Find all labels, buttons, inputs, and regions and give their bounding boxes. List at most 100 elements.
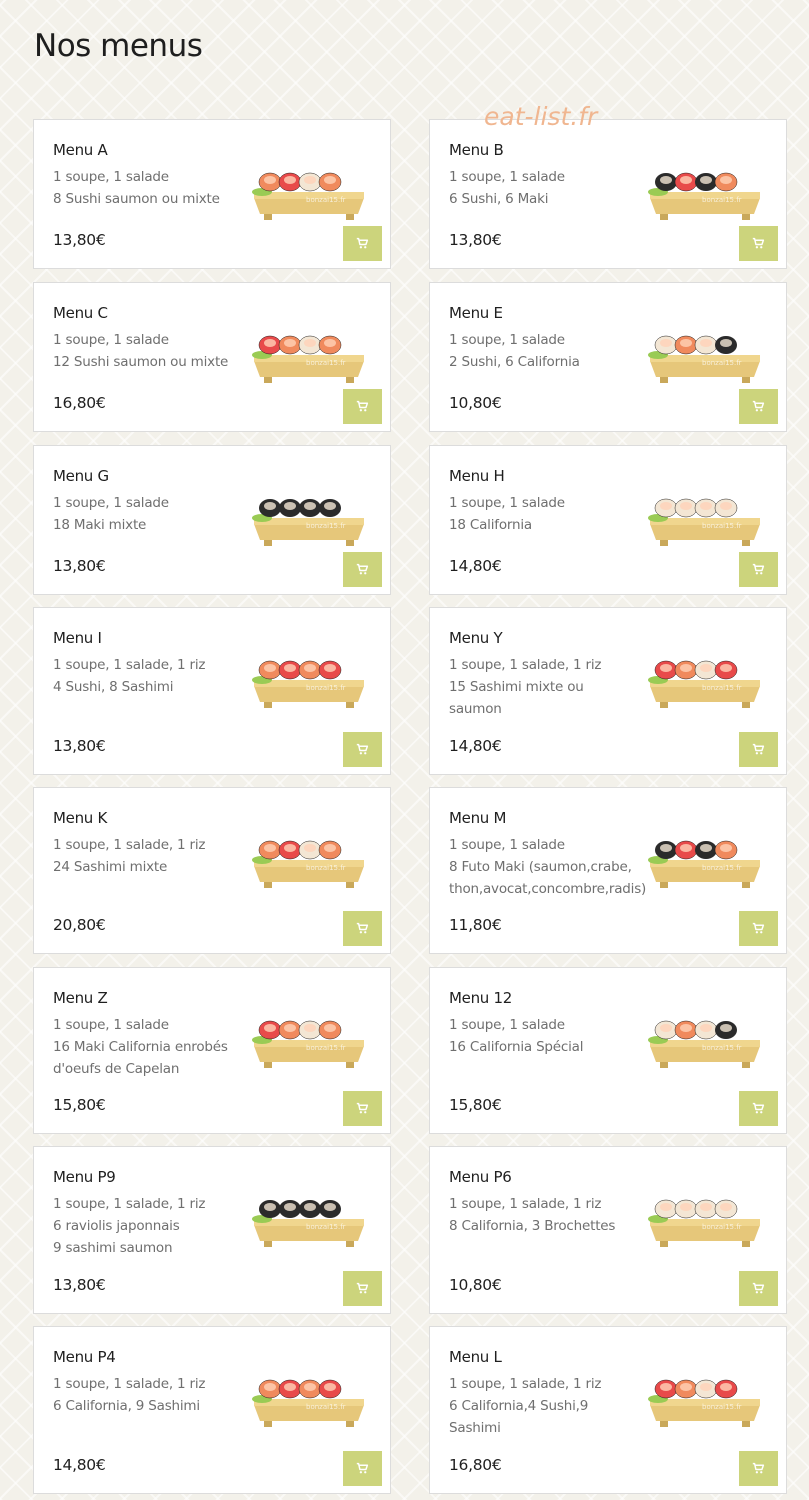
shopping-cart-icon <box>356 237 369 250</box>
add-to-cart-button[interactable] <box>343 1451 382 1486</box>
menu-description: 1 soupe, 1 salade, 1 riz 24 Sashimi mixte <box>53 834 233 878</box>
shopping-cart-icon <box>752 237 765 250</box>
menu-description-line: 1 soupe, 1 salade <box>53 332 169 348</box>
add-to-cart-button[interactable] <box>343 1271 382 1306</box>
menu-description-line: 1 soupe, 1 salade <box>449 1017 565 1033</box>
svg-text:bonzai15.fr: bonzai15.fr <box>306 196 346 204</box>
add-to-cart-button[interactable] <box>343 732 382 767</box>
menu-description-line: 1 soupe, 1 salade <box>53 495 169 511</box>
menu-description: 1 soupe, 1 salade 2 Sushi, 6 California <box>449 329 629 373</box>
menu-price: 10,80€ <box>449 1276 502 1294</box>
menu-price: 14,80€ <box>53 1456 106 1474</box>
svg-text:bonzai15.fr: bonzai15.fr <box>702 684 742 692</box>
menu-description-line: 1 soupe, 1 salade <box>449 332 565 348</box>
svg-text:bonzai15.fr: bonzai15.fr <box>306 1403 346 1411</box>
menu-description: 1 soupe, 1 salade, 1 riz 6 raviolis japon… <box>53 1193 233 1259</box>
add-to-cart-button[interactable] <box>739 1091 778 1126</box>
menu-description-line: 24 Sashimi mixte <box>53 859 168 875</box>
menu-name: Menu P9 <box>53 1168 116 1186</box>
svg-text:bonzai15.fr: bonzai15.fr <box>702 196 742 204</box>
add-to-cart-button[interactable] <box>739 732 778 767</box>
add-to-cart-button[interactable] <box>343 226 382 261</box>
menu-name: Menu M <box>449 809 507 827</box>
add-to-cart-button[interactable] <box>739 552 778 587</box>
menu-description-line: 8 California, 3 Brochettes <box>449 1218 616 1234</box>
shopping-cart-icon <box>752 1282 765 1295</box>
menu-description-line: 1 soupe, 1 salade, 1 riz <box>449 657 602 673</box>
svg-text:bonzai15.fr: bonzai15.fr <box>702 1044 742 1052</box>
menu-description: 1 soupe, 1 salade, 1 riz 6 California,4 S… <box>449 1373 629 1439</box>
menu-price: 13,80€ <box>449 231 502 249</box>
menu-card: Menu C 1 soupe, 1 salade 12 Sushi saumon o… <box>33 282 391 432</box>
shopping-cart-icon <box>356 1282 369 1295</box>
menu-photo: bonzai15.fr <box>642 806 768 906</box>
add-to-cart-button[interactable] <box>343 389 382 424</box>
menu-description-line: 1 soupe, 1 salade, 1 riz <box>449 1376 602 1392</box>
menu-card: Menu I 1 soupe, 1 salade, 1 riz 4 Sushi, 8… <box>33 607 391 775</box>
menu-name: Menu P4 <box>53 1348 116 1366</box>
menu-name: Menu K <box>53 809 107 827</box>
menu-description-line: saumon <box>449 701 502 717</box>
menu-description-line: 6 raviolis japonnais <box>53 1218 180 1234</box>
menu-photo: bonzai15.fr <box>246 986 372 1086</box>
page-title: Nos menus <box>34 28 203 64</box>
svg-text:bonzai15.fr: bonzai15.fr <box>702 1403 742 1411</box>
shopping-cart-icon <box>752 743 765 756</box>
menu-name: Menu 12 <box>449 989 512 1007</box>
add-to-cart-button[interactable] <box>343 1091 382 1126</box>
menu-name: Menu H <box>449 467 505 485</box>
menu-photo: bonzai15.fr <box>642 626 768 726</box>
menu-card: Menu G 1 soupe, 1 salade 18 Maki mixte bon… <box>33 445 391 595</box>
svg-text:bonzai15.fr: bonzai15.fr <box>702 522 742 530</box>
menu-description-line: thon,avocat,concombre,radis) <box>449 881 647 897</box>
svg-text:bonzai15.fr: bonzai15.fr <box>702 1223 742 1231</box>
svg-text:bonzai15.fr: bonzai15.fr <box>306 864 346 872</box>
menu-description-line: 1 soupe, 1 salade, 1 riz <box>53 1376 206 1392</box>
menu-price: 13,80€ <box>53 737 106 755</box>
menu-description: 1 soupe, 1 salade 16 Maki California enro… <box>53 1014 233 1080</box>
add-to-cart-button[interactable] <box>739 911 778 946</box>
menu-price: 16,80€ <box>449 1456 502 1474</box>
menu-photo: bonzai15.fr <box>246 806 372 906</box>
shopping-cart-icon <box>752 563 765 576</box>
menu-description-line: 15 Sashimi mixte ou <box>449 679 584 695</box>
menu-description-line: 8 Sushi saumon ou mixte <box>53 191 220 207</box>
menu-photo: bonzai15.fr <box>246 1165 372 1265</box>
shopping-cart-icon <box>356 563 369 576</box>
menu-card: Menu B 1 soupe, 1 salade 6 Sushi, 6 Maki b… <box>429 119 787 269</box>
add-to-cart-button[interactable] <box>343 552 382 587</box>
menu-description-line: 6 California, 9 Sashimi <box>53 1398 200 1414</box>
menu-photo: bonzai15.fr <box>642 1165 768 1265</box>
menu-description-line: 1 soupe, 1 salade, 1 riz <box>449 1196 602 1212</box>
menu-description: 1 soupe, 1 salade 16 California Spécial <box>449 1014 629 1058</box>
shopping-cart-icon <box>752 400 765 413</box>
menu-name: Menu I <box>53 629 102 647</box>
menu-description: 1 soupe, 1 salade, 1 riz 15 Sashimi mixte… <box>449 654 629 720</box>
menu-photo: bonzai15.fr <box>246 626 372 726</box>
menu-description-line: 6 Sushi, 6 Maki <box>449 191 549 207</box>
menu-photo: bonzai15.fr <box>642 138 768 238</box>
shopping-cart-icon <box>356 922 369 935</box>
menu-description-line: 9 sashimi saumon <box>53 1240 173 1256</box>
menu-description-line: Sashimi <box>449 1420 501 1436</box>
menu-description: 1 soupe, 1 salade 18 California <box>449 492 629 536</box>
menu-description: 1 soupe, 1 salade 8 Futo Maki (saumon,cra… <box>449 834 647 900</box>
menu-price: 13,80€ <box>53 231 106 249</box>
add-to-cart-button[interactable] <box>739 1451 778 1486</box>
menu-photo: bonzai15.fr <box>246 1345 372 1445</box>
watermark: eat-list.fr <box>484 102 598 131</box>
menu-price: 16,80€ <box>53 394 106 412</box>
menu-description: 1 soupe, 1 salade 12 Sushi saumon ou mixt… <box>53 329 233 373</box>
add-to-cart-button[interactable] <box>739 226 778 261</box>
shopping-cart-icon <box>752 1102 765 1115</box>
add-to-cart-button[interactable] <box>343 911 382 946</box>
menu-card: Menu L 1 soupe, 1 salade, 1 riz 6 Californ… <box>429 1326 787 1494</box>
menu-description: 1 soupe, 1 salade, 1 riz 6 California, 9 … <box>53 1373 233 1417</box>
shopping-cart-icon <box>356 743 369 756</box>
add-to-cart-button[interactable] <box>739 1271 778 1306</box>
menu-description-line: 1 soupe, 1 salade <box>449 837 565 853</box>
menu-photo: bonzai15.fr <box>642 986 768 1086</box>
menu-description-line: 16 California Spécial <box>449 1039 584 1055</box>
menu-description-line: 18 Maki mixte <box>53 517 147 533</box>
add-to-cart-button[interactable] <box>739 389 778 424</box>
